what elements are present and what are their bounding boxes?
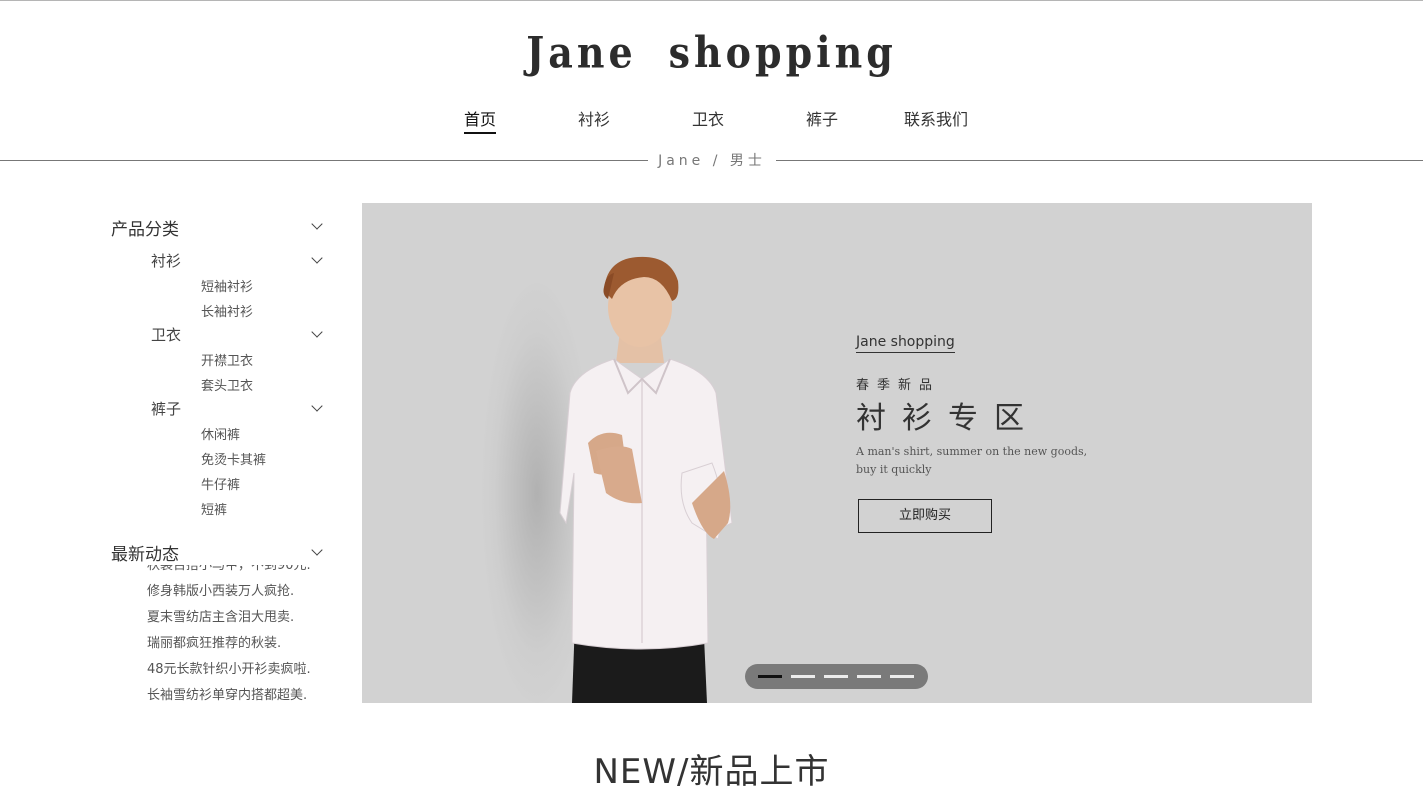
buy-now-button[interactable]: 立即购买 (858, 499, 992, 533)
nav-item-home[interactable]: 首页 (464, 106, 497, 134)
news-ticker: 秋装百搭小马甲，不到90元. 修身韩版小西装万人疯抢. 夏末雪纺店主含泪大甩卖.… (147, 565, 337, 703)
sidebar-item-shorts[interactable]: 短裤 (201, 499, 227, 518)
carousel-dot-1[interactable] (758, 675, 782, 678)
main-nav: 首页 衬衫 卫衣 裤子 联系我们 (0, 106, 1423, 136)
sidebar-item-jeans[interactable]: 牛仔裤 (201, 474, 240, 493)
chevron-down-icon[interactable] (311, 218, 323, 230)
nav-item-shirts[interactable]: 衬衫 (578, 106, 610, 130)
sidebar-group-shirts[interactable]: 衬衫 (151, 250, 181, 271)
section-title-new-arrivals: NEW/新品上市 (593, 752, 830, 792)
chevron-down-icon[interactable] (311, 252, 323, 264)
hero-banner[interactable]: Jane shopping 春季新品 衬衫专区 A man's shirt, s… (362, 203, 1312, 703)
sidebar-item-zip-hoodie[interactable]: 开襟卫衣 (201, 350, 253, 369)
carousel-indicators (745, 664, 928, 689)
sidebar-item-casual-pants[interactable]: 休闲裤 (201, 424, 240, 443)
news-title[interactable]: 最新动态 (111, 540, 179, 565)
carousel-dot-3[interactable] (824, 675, 848, 678)
site-title[interactable]: Jane shopping (0, 27, 1423, 77)
divider-left (0, 160, 648, 161)
breadcrumb: Jane / 男士 (658, 153, 766, 169)
sidebar-group-hoodies[interactable]: 卫衣 (151, 324, 181, 345)
sidebar-group-pants[interactable]: 裤子 (151, 398, 181, 419)
carousel-dot-4[interactable] (857, 675, 881, 678)
nav-item-pants[interactable]: 裤子 (806, 106, 838, 130)
sidebar-item-pullover-hoodie[interactable]: 套头卫衣 (201, 375, 253, 394)
banner-subtitle: 春季新品 (856, 378, 941, 393)
divider-right (776, 160, 1423, 161)
banner-brand: Jane shopping (856, 334, 955, 353)
model-image (559, 256, 733, 703)
news-item[interactable]: 夏末雪纺店主含泪大甩卖. (147, 605, 311, 631)
banner-title: 衬衫专区 (856, 401, 1040, 436)
site-title-part2: shopping (668, 27, 897, 78)
chevron-down-icon[interactable] (311, 326, 323, 338)
site-title-part1: Jane (526, 27, 637, 78)
carousel-dot-5[interactable] (890, 675, 914, 678)
news-item[interactable]: 长袖雪纺衫单穿内搭都超美. (147, 683, 311, 703)
news-item[interactable]: 修身韩版小西装万人疯抢. (147, 579, 311, 605)
top-border (0, 0, 1423, 1)
banner-description: A man's shirt, summer on the new goods, … (856, 445, 1088, 476)
sidebar-item-short-sleeve-shirt[interactable]: 短袖衬衫 (201, 276, 253, 295)
nav-item-contact[interactable]: 联系我们 (904, 106, 968, 130)
sidebar-item-long-sleeve-shirt[interactable]: 长袖衬衫 (201, 301, 253, 320)
category-title[interactable]: 产品分类 (111, 215, 179, 240)
carousel-dot-2[interactable] (791, 675, 815, 678)
sidebar-item-khakis[interactable]: 免烫卡其裤 (201, 449, 266, 468)
news-item[interactable]: 瑞丽都疯狂推荐的秋装. (147, 631, 311, 657)
news-item[interactable]: 48元长款针织小开衫卖疯啦. (147, 657, 311, 683)
news-item[interactable]: 秋装百搭小马甲，不到90元. (147, 565, 311, 579)
chevron-down-icon[interactable] (311, 400, 323, 412)
nav-item-hoodies[interactable]: 卫衣 (692, 106, 724, 130)
chevron-down-icon[interactable] (311, 544, 323, 556)
